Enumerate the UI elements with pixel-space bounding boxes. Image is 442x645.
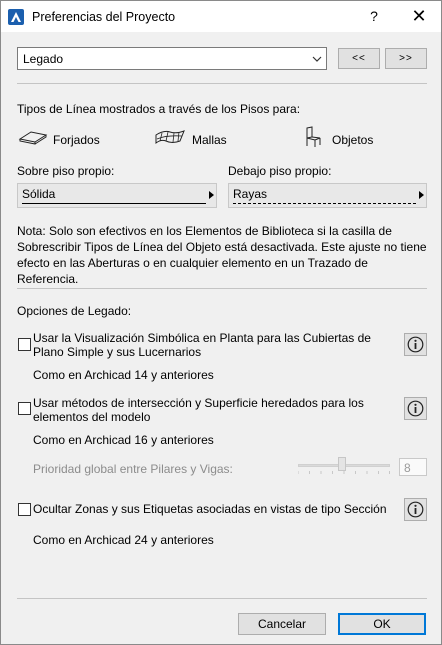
symbolic-roof-display-label: Usar la Visualización Simbólica en Plant…: [33, 331, 371, 359]
archicad-24-caption: Como en Archicad 24 y anteriores: [33, 533, 214, 547]
line-types-heading: Tipos de Línea mostrados a través de los…: [17, 102, 301, 116]
archicad-app-icon: [8, 9, 24, 25]
info-icon: [407, 336, 424, 353]
ok-button[interactable]: OK: [338, 613, 426, 635]
legacy-intersection-checkbox[interactable]: [18, 402, 31, 415]
hide-zones-label: Ocultar Zonas y sus Etiquetas asociadas …: [33, 502, 387, 516]
slider-ticks: [298, 471, 390, 474]
chair-icon: [306, 126, 321, 147]
legacy-intersection-label: Usar métodos de intersección y Superfici…: [33, 396, 364, 424]
info-icon: [407, 400, 424, 417]
picker-arrow-icon: [419, 191, 424, 199]
priority-slider-thumb[interactable]: [338, 457, 346, 471]
window-title: Preferencias del Proyecto: [32, 10, 176, 24]
divider: [17, 83, 427, 84]
next-preset-button[interactable]: >>: [385, 48, 427, 69]
mesh-icon: [155, 130, 185, 145]
object-label: Objetos: [332, 133, 374, 147]
close-button[interactable]: ✕: [401, 1, 437, 32]
priority-value-field[interactable]: 8: [399, 458, 427, 476]
info-button[interactable]: [404, 498, 427, 521]
divider: [17, 598, 427, 599]
picker-arrow-icon: [209, 191, 214, 199]
below-floor-label: Debajo piso propio:: [228, 164, 332, 178]
slab-icon: [18, 131, 48, 145]
preset-dropdown[interactable]: Legado: [17, 47, 327, 70]
cancel-button[interactable]: Cancelar: [238, 613, 326, 635]
below-floor-linetype-value: Rayas: [233, 187, 268, 201]
below-floor-linetype-picker[interactable]: Rayas: [228, 183, 427, 208]
note-text: Nota: Solo son efectivos en los Elemento…: [17, 224, 427, 286]
info-icon: [407, 501, 424, 518]
archicad-14-caption: Como en Archicad 14 y anteriores: [33, 368, 214, 382]
column-beam-priority-label: Prioridad global entre Pilares y Vigas:: [33, 462, 233, 476]
title-bar: Preferencias del Proyecto ? ✕: [1, 1, 441, 32]
symbolic-roof-display-checkbox[interactable]: [18, 338, 31, 351]
solid-line-sample: [22, 203, 206, 204]
slab-label: Forjados: [53, 133, 100, 147]
previous-preset-button[interactable]: <<: [338, 48, 380, 69]
help-button[interactable]: ?: [359, 1, 389, 32]
dashed-line-sample: [233, 203, 416, 204]
own-floor-linetype-value: Sólida: [22, 187, 56, 201]
own-floor-linetype-picker[interactable]: Sólida: [17, 183, 217, 208]
legacy-options-heading: Opciones de Legado:: [17, 304, 132, 318]
own-floor-label: Sobre piso propio:: [17, 164, 115, 178]
divider: [17, 288, 427, 289]
info-button[interactable]: [404, 397, 427, 420]
chevron-down-icon: [312, 56, 322, 62]
info-button[interactable]: [404, 333, 427, 356]
priority-value: 8: [404, 461, 411, 475]
preset-selected-value: Legado: [23, 52, 64, 66]
preferences-dialog: Preferencias del Proyecto ? ✕ Legado << …: [0, 0, 442, 645]
mesh-label: Mallas: [192, 133, 227, 147]
archicad-16-caption: Como en Archicad 16 y anteriores: [33, 433, 214, 447]
hide-zones-checkbox[interactable]: [18, 503, 31, 516]
